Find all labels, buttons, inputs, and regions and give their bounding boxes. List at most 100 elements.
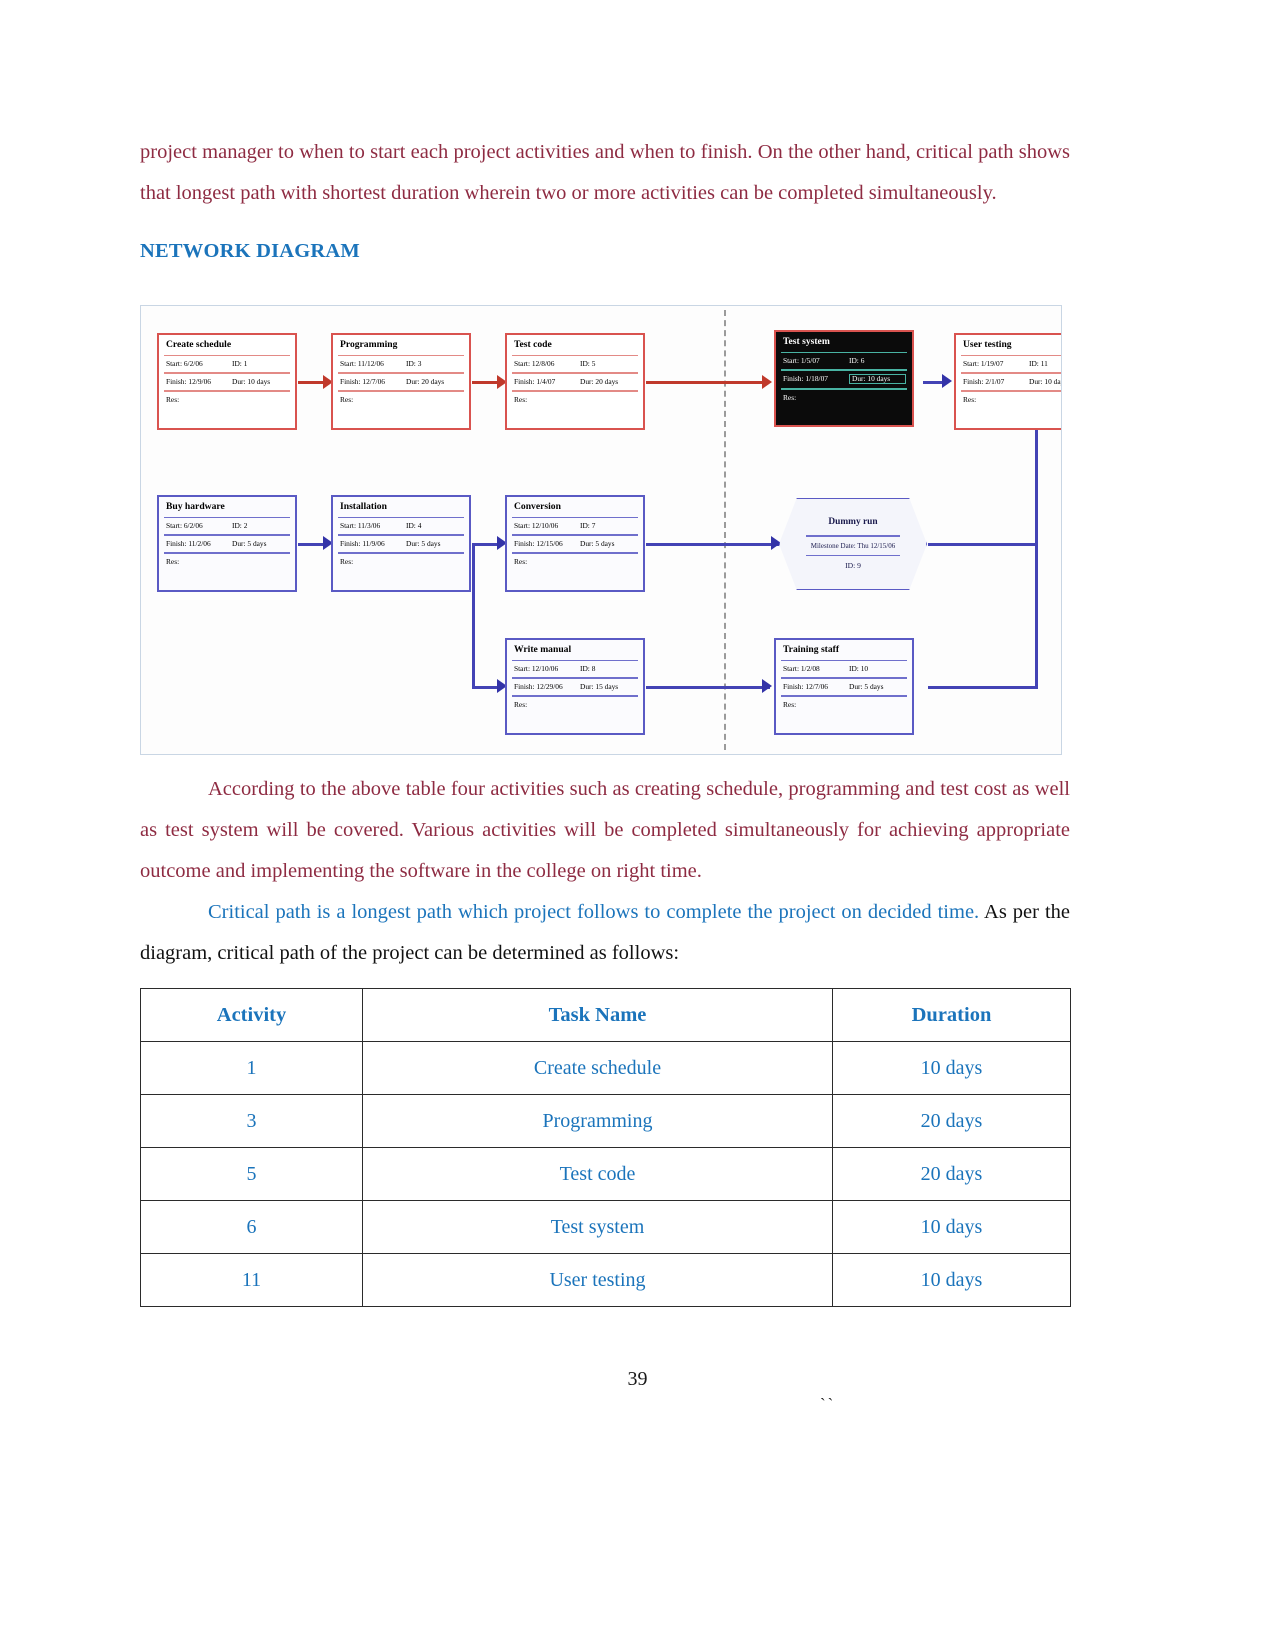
node-res: Res: (340, 556, 354, 566)
node-title: Test code (514, 339, 552, 350)
node-row-res: Res: (776, 390, 912, 406)
node-finish: Finish: 1/18/07 (783, 373, 828, 383)
node-duration: Dur: 10 days (1029, 376, 1061, 386)
table-row: 11 User testing 10 days (140, 1253, 1071, 1307)
node-row-start: Start: 12/10/06 ID: 8 (507, 661, 643, 677)
node-finish: Finish: 12/29/06 (514, 681, 563, 691)
node-finish: Finish: 11/2/06 (166, 538, 211, 548)
node-id: ID: 2 (232, 521, 248, 531)
diagram-node-test-system[interactable]: Test system Start: 1/5/07 ID: 6 Finish: … (774, 330, 914, 427)
node-row-finish: Finish: 2/1/07 Dur: 10 days (956, 374, 1061, 390)
node-finish: Finish: 11/9/06 (340, 538, 385, 548)
connector-testcode-to-testsystem (646, 381, 767, 384)
critical-path-blue-text: Critical path is a longest path which pr… (208, 901, 980, 923)
node-row-finish: Finish: 12/7/06 Dur: 5 days (776, 679, 912, 695)
cell-task: Create schedule (362, 1041, 833, 1095)
diagram-node-installation[interactable]: Installation Start: 11/3/06 ID: 4 Finish… (331, 495, 471, 592)
node-res: Res: (340, 394, 354, 404)
node-row-start: Start: 12/8/06 ID: 5 (507, 356, 643, 372)
page-number: 39 (627, 1368, 648, 1390)
node-title: Conversion (514, 501, 561, 512)
diagram-node-write-manual[interactable]: Write manual Start: 12/10/06 ID: 8 Finis… (505, 638, 645, 735)
diagram-node-buy-hardware[interactable]: Buy hardware Start: 6/2/06 ID: 2 Finish:… (157, 495, 297, 592)
node-duration: Dur: 10 days (232, 376, 271, 386)
arrowhead-writemanual-to-trainingstaff (762, 679, 772, 693)
node-title: Buy hardware (166, 501, 225, 512)
node-duration: Dur: 15 days (580, 681, 619, 691)
intro-paragraph: project manager to when to start each pr… (140, 141, 1070, 204)
node-res: Res: (963, 394, 977, 404)
node-duration: Dur: 5 days (232, 538, 267, 548)
connector-installation-branch-down (472, 544, 475, 688)
node-title: Programming (340, 339, 398, 350)
node-start: Start: 11/12/06 (340, 359, 384, 369)
cell-activity: 1 (140, 1041, 363, 1095)
arrowhead-testsystem-to-usertesting (942, 374, 952, 388)
node-id: ID: 11 (1029, 359, 1048, 369)
node-row-res: Res: (776, 697, 912, 713)
node-row-res: Res: (333, 392, 469, 408)
node-row-start: Start: 12/10/06 ID: 7 (507, 518, 643, 534)
node-title: Training staff (783, 644, 840, 655)
node-id: ID: 6 (849, 356, 865, 366)
node-id: ID: 7 (580, 521, 596, 531)
node-row-start: Start: 6/2/06 ID: 1 (159, 356, 295, 372)
node-row-start: Start: 1/19/07 ID: 11 (956, 356, 1061, 372)
footer-marks: `` (820, 1395, 836, 1414)
cell-task: Test code (362, 1147, 833, 1201)
diagram-page-break-divider (724, 310, 726, 750)
diagram-node-test-code[interactable]: Test code Start: 12/8/06 ID: 5 Finish: 1… (505, 333, 645, 430)
diagram-node-training-staff[interactable]: Training staff Start: 1/2/08 ID: 10 Fini… (774, 638, 914, 735)
node-start: Start: 12/10/06 (514, 664, 559, 674)
node-row-res: Res: (507, 392, 643, 408)
network-diagram-figure: Create schedule Start: 6/2/06 ID: 1 Fini… (140, 305, 1062, 755)
column-header-duration: Duration (832, 988, 1071, 1042)
table-row: 3 Programming 20 days (140, 1094, 1071, 1148)
node-id: ID: 5 (580, 359, 596, 369)
node-row-res: Res: (159, 554, 295, 570)
node-row-finish: Finish: 1/18/07 Dur: 10 days (776, 371, 912, 388)
node-start: Start: 12/8/06 (514, 359, 555, 369)
node-id: ID: 8 (580, 664, 596, 674)
critical-path-table: Activity Task Name Duration 1 Create sch… (140, 988, 1071, 1307)
node-duration: Dur: 20 days (580, 376, 619, 386)
network-diagram-canvas: Create schedule Start: 6/2/06 ID: 1 Fini… (141, 306, 1061, 754)
diagram-milestone-dummy-run[interactable]: Dummy run Milestone Date: Thu 12/15/06 I… (779, 498, 927, 590)
diagram-node-user-testing[interactable]: User testing Start: 1/19/07 ID: 11 Finis… (954, 333, 1061, 430)
node-row-finish: Finish: 12/15/06 Dur: 5 days (507, 536, 643, 552)
node-duration: Dur: 5 days (406, 538, 441, 548)
diagram-node-programming[interactable]: Programming Start: 11/12/06 ID: 3 Finish… (331, 333, 471, 430)
node-res: Res: (514, 394, 528, 404)
connector-dummyrun-right (928, 543, 1038, 546)
node-finish: Finish: 2/1/07 (963, 376, 1005, 386)
node-title: Test system (783, 336, 830, 347)
node-row-start: Start: 11/3/06 ID: 4 (333, 518, 469, 534)
connector-conversion-to-dummyrun (646, 543, 779, 546)
after-diagram-paragraph: According to the above table four activi… (140, 769, 1070, 892)
node-duration: Dur: 5 days (580, 538, 615, 548)
diagram-node-conversion[interactable]: Conversion Start: 12/10/06 ID: 7 Finish:… (505, 495, 645, 592)
node-row-finish: Finish: 12/7/06 Dur: 20 days (333, 374, 469, 390)
cell-duration: 20 days (832, 1147, 1071, 1201)
table-row: 1 Create schedule 10 days (140, 1041, 1071, 1095)
node-duration: Dur: 10 days (849, 373, 906, 385)
cell-activity: 3 (140, 1094, 363, 1148)
cell-task: User testing (362, 1253, 833, 1307)
diagram-node-create-schedule[interactable]: Create schedule Start: 6/2/06 ID: 1 Fini… (157, 333, 297, 430)
node-res: Res: (166, 394, 180, 404)
cell-duration: 10 days (832, 1253, 1071, 1307)
cell-activity: 6 (140, 1200, 363, 1254)
column-header-task-name: Task Name (362, 988, 833, 1042)
cell-duration: 20 days (832, 1094, 1071, 1148)
node-start: Start: 6/2/06 (166, 521, 203, 531)
node-row-start: Start: 1/2/08 ID: 10 (776, 661, 912, 677)
node-finish: Finish: 1/4/07 (514, 376, 556, 386)
node-row-res: Res: (159, 392, 295, 408)
node-start: Start: 11/3/06 (340, 521, 381, 531)
node-row-start: Start: 1/5/07 ID: 6 (776, 353, 912, 369)
node-title: User testing (963, 339, 1012, 350)
node-res: Res: (166, 556, 180, 566)
node-row-res: Res: (507, 697, 643, 713)
connector-trainingstaff-up (1035, 544, 1038, 688)
node-res: Res: (514, 556, 528, 566)
